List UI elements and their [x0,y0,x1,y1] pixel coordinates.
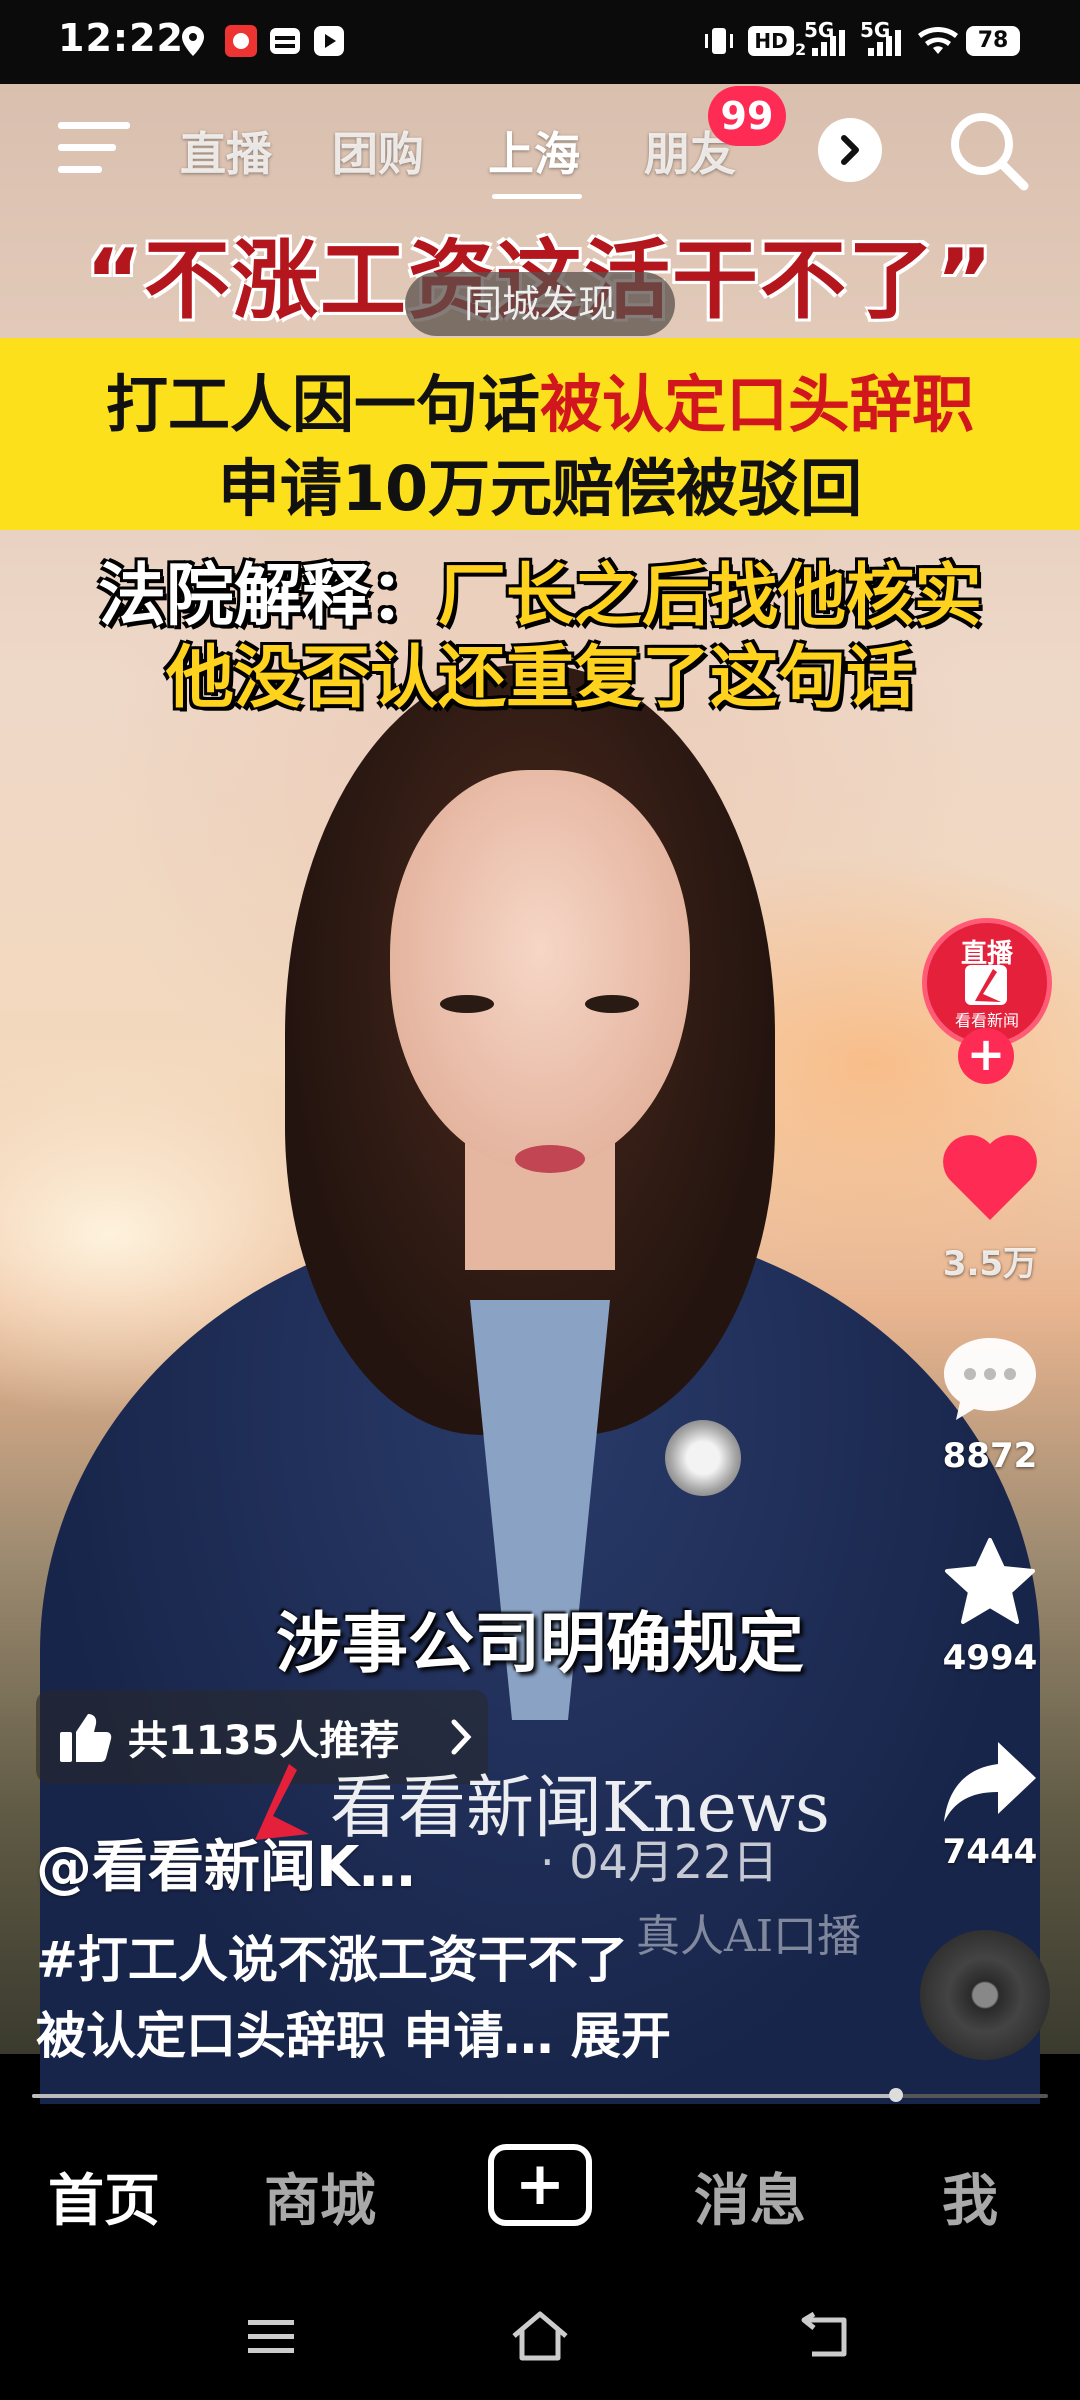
status-bar: 12:22 HD 2 5G 5G 78 [0,0,1080,84]
banner-line1-plain: 打工人因一句话 [105,368,540,441]
wifi-icon [918,26,958,54]
top-nav: 直播 团购 上海 朋友 99 [0,86,1080,210]
share-icon[interactable] [940,1736,1040,1826]
tab-messages[interactable]: 消息 [694,2156,806,2237]
home-icon[interactable] [510,2310,570,2362]
heart-icon[interactable] [940,1132,1040,1224]
friends-badge: 99 [708,86,786,146]
video-subtitle: 涉事公司明确规定 [276,1605,804,1682]
plus-icon: + [514,2149,566,2219]
tab-home[interactable]: 首页 [48,2156,160,2237]
nav-more-button[interactable] [818,118,882,182]
ai-watermark: 真人AI口播 [636,1911,862,1962]
status-time: 12:22 [58,16,184,60]
anchor-eye [440,995,494,1013]
hd-icon: HD [748,26,794,56]
battery-level: 78 [977,28,1009,53]
tab-groupbuy[interactable]: 团购 [332,118,424,184]
chevron-right-icon [451,1719,472,1755]
comment-icon[interactable] [940,1332,1040,1424]
music-disc-icon[interactable] [920,1930,1050,2060]
anchor-face [390,770,690,1170]
description-text: 被认定口头辞职 申请… [36,2007,554,2065]
thumbs-up-icon [60,1714,112,1762]
search-icon[interactable] [946,108,1032,194]
5g-signal-icon [812,30,845,56]
back-icon[interactable] [798,2312,850,2360]
expand-link[interactable]: 展开 [571,2007,671,2065]
tab-mall[interactable]: 商城 [264,2156,376,2237]
brooch [665,1420,741,1496]
hd-label: HD [754,29,788,53]
star-icon[interactable] [940,1536,1040,1630]
court-line2-text: 他没否认还重复了这句话 [165,639,914,718]
active-tab-indicator [492,194,582,199]
like-count: 3.5万 [942,1244,1038,1284]
tab-me[interactable]: 我 [942,2156,998,2237]
hd-sub: 2 [795,40,807,59]
yellow-banner: 打工人因一句话被认定口头辞职 申请10万元赔偿被驳回 [0,338,1080,530]
anchor-eye [585,995,639,1013]
court-line2: 他没否认还重复了这句话 [0,622,1080,721]
system-nav-bar [0,2274,1080,2400]
menu-icon[interactable] [56,120,132,176]
progress-handle[interactable] [889,2088,903,2102]
battery-icon: 78 [966,26,1020,56]
bottom-tab-bar: 首页 商城 + 消息 我 [0,2104,1080,2274]
location-icon [182,26,204,56]
knews-logo-icon [965,965,1007,1005]
banner-line2: 申请10万元赔偿被驳回 [217,452,863,525]
post-date: · 04月22日 [540,1835,779,1889]
5g-signal-icon [868,30,901,56]
comment-count: 8872 [942,1436,1038,1476]
card-icon [270,28,300,54]
description-line2[interactable]: 被认定口头辞职 申请… 展开 [36,1996,671,2068]
banner-line1: 打工人因一句话被认定口头辞职 [0,354,1080,444]
progress-fill [32,2094,896,2098]
author-name[interactable]: @看看新闻K… [36,1822,415,1903]
play-icon [314,26,344,56]
tab-live[interactable]: 直播 [180,118,272,184]
recents-icon[interactable] [246,2316,296,2356]
create-button[interactable]: + [488,2144,592,2226]
vibrate-icon [705,28,733,54]
location-pill[interactable]: 同城发现 [405,272,675,336]
anchor-lips [515,1145,585,1173]
favorite-count: 4994 [942,1638,1038,1678]
banner-line1-red: 被认定口头辞职 [540,368,975,441]
app-icon [225,25,257,57]
chevron-right-icon [841,135,859,165]
tab-shanghai[interactable]: 上海 [488,118,580,184]
follow-button[interactable]: + [958,1028,1014,1084]
description-line1[interactable]: #打工人说不涨工资干不了 [36,1920,628,1992]
share-count: 7444 [942,1832,1038,1872]
